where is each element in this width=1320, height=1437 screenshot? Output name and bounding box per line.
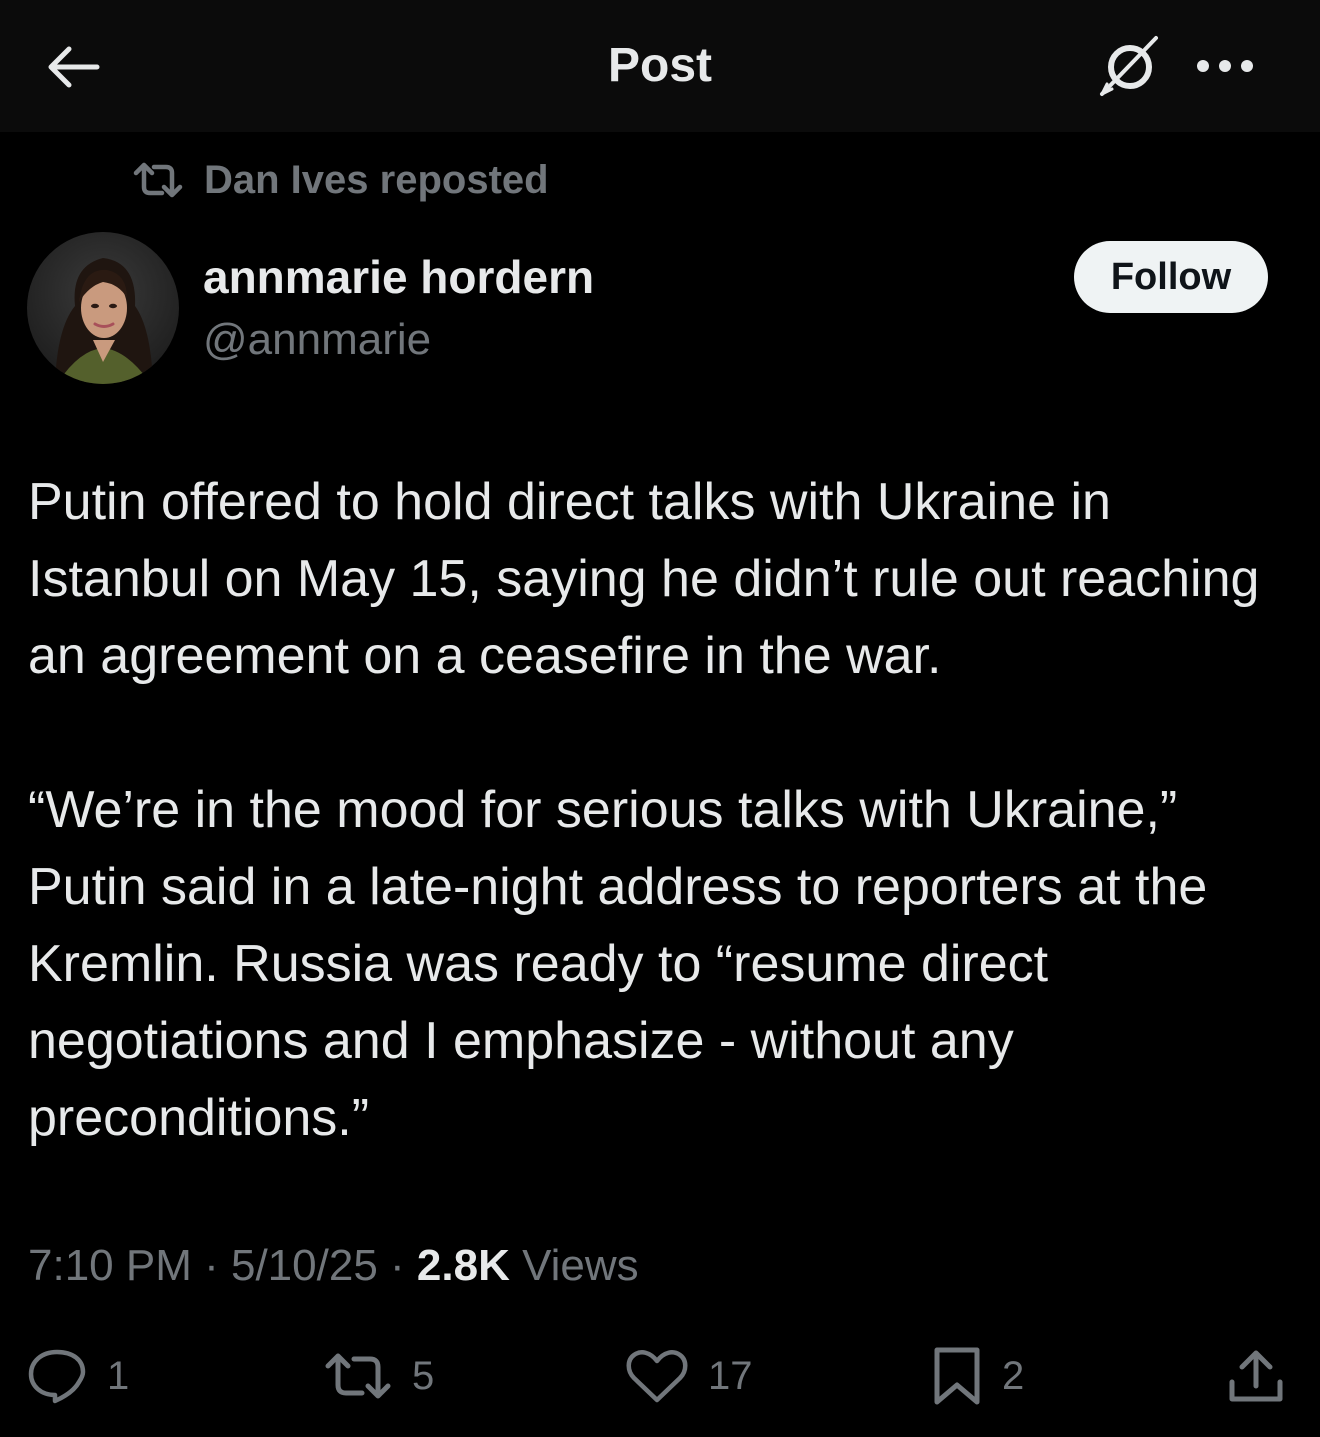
reply-button[interactable]: 1	[27, 1344, 129, 1408]
avatar-photo	[27, 232, 179, 384]
arrow-left-icon	[48, 46, 100, 88]
repost-count: 5	[412, 1353, 435, 1398]
post-meta: 7:10 PM · 5/10/25 · 2.8K Views	[28, 1236, 639, 1296]
share-icon	[1229, 1350, 1283, 1402]
user-handle[interactable]: @annmarie	[203, 312, 431, 368]
like-count: 17	[708, 1353, 753, 1398]
grok-icon	[1100, 36, 1158, 96]
post-text: Putin offered to hold direct talks with …	[28, 464, 1290, 1157]
repost-icon	[325, 1353, 391, 1399]
grok-button[interactable]	[1092, 30, 1166, 104]
more-horizontal-icon	[1197, 60, 1253, 72]
top-bar: Post	[0, 0, 1320, 132]
display-name[interactable]: annmarie hordern	[203, 248, 594, 306]
post-date: 5/10/25	[230, 1241, 378, 1290]
views-count[interactable]: 2.8K	[417, 1241, 510, 1290]
like-button[interactable]: 17	[626, 1344, 753, 1408]
meta-separator: ·	[377, 1241, 417, 1290]
views-label: Views	[509, 1241, 639, 1290]
reply-count: 1	[107, 1353, 130, 1398]
repost-button[interactable]: 5	[324, 1344, 434, 1408]
heart-icon	[626, 1350, 688, 1403]
reply-icon	[28, 1349, 86, 1404]
back-button[interactable]	[38, 34, 108, 100]
bookmark-count: 2	[1002, 1353, 1025, 1398]
share-button[interactable]	[1226, 1344, 1286, 1408]
repost-icon	[133, 162, 183, 198]
post-paragraph: “We’re in the mood for serious talks wit…	[28, 781, 1208, 1147]
more-options-button[interactable]	[1190, 36, 1260, 96]
post-time: 7:10 PM	[28, 1241, 192, 1290]
bookmark-button[interactable]: 2	[932, 1344, 1024, 1408]
repost-label: Dan Ives reposted	[204, 157, 549, 202]
repost-context[interactable]: Dan Ives reposted	[132, 154, 549, 206]
meta-separator: ·	[191, 1241, 231, 1290]
avatar[interactable]	[27, 232, 179, 384]
follow-button[interactable]: Follow	[1074, 241, 1268, 313]
post-paragraph: Putin offered to hold direct talks with …	[28, 473, 1260, 685]
bookmark-icon	[934, 1347, 980, 1405]
